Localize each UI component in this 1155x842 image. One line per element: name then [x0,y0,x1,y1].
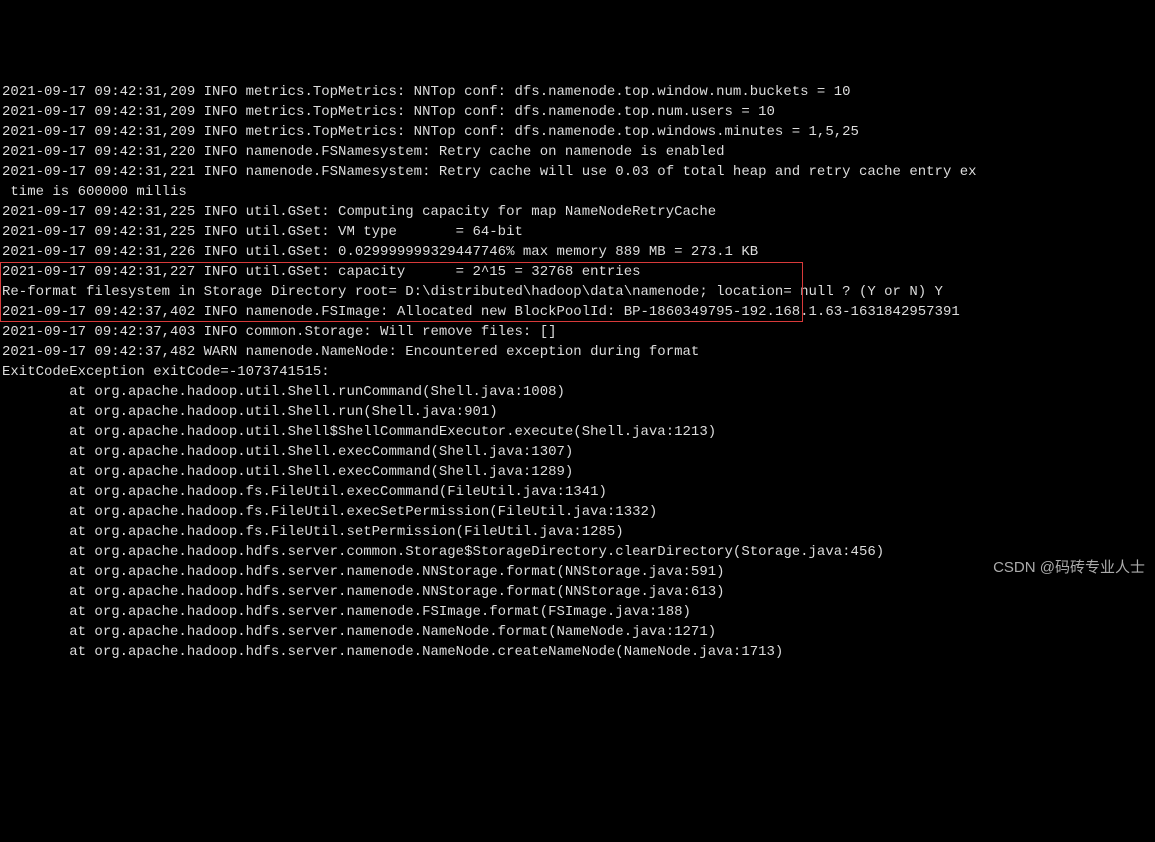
log-line: 2021-09-17 09:42:31,225 INFO util.GSet: … [2,222,1155,242]
log-line: 2021-09-17 09:42:31,209 INFO metrics.Top… [2,82,1155,102]
log-line: time is 600000 millis [2,182,1155,202]
log-line: 2021-09-17 09:42:31,220 INFO namenode.FS… [2,142,1155,162]
log-line: at org.apache.hadoop.hdfs.server.namenod… [2,642,1155,662]
log-line: at org.apache.hadoop.hdfs.server.namenod… [2,582,1155,602]
log-line: 2021-09-17 09:42:31,225 INFO util.GSet: … [2,202,1155,222]
log-line: Re-format filesystem in Storage Director… [2,282,1155,302]
log-line: 2021-09-17 09:42:31,209 INFO metrics.Top… [2,102,1155,122]
log-line: at org.apache.hadoop.hdfs.server.namenod… [2,562,1155,582]
log-line: at org.apache.hadoop.util.Shell.execComm… [2,462,1155,482]
log-line: 2021-09-17 09:42:31,226 INFO util.GSet: … [2,242,1155,262]
log-line: 2021-09-17 09:42:31,209 INFO metrics.Top… [2,122,1155,142]
log-line: 2021-09-17 09:42:31,227 INFO util.GSet: … [2,262,1155,282]
log-line: ExitCodeException exitCode=-1073741515: [2,362,1155,382]
log-line: 2021-09-17 09:42:37,482 WARN namenode.Na… [2,342,1155,362]
log-line: at org.apache.hadoop.fs.FileUtil.execCom… [2,482,1155,502]
log-line: at org.apache.hadoop.fs.FileUtil.execSet… [2,502,1155,522]
log-line: at org.apache.hadoop.hdfs.server.namenod… [2,602,1155,622]
log-line: 2021-09-17 09:42:37,402 INFO namenode.FS… [2,302,1155,322]
log-line: at org.apache.hadoop.fs.FileUtil.setPerm… [2,522,1155,542]
log-line: at org.apache.hadoop.util.Shell$ShellCom… [2,422,1155,442]
log-line: at org.apache.hadoop.util.Shell.execComm… [2,442,1155,462]
terminal-output: 2021-09-17 09:42:31,209 INFO metrics.Top… [0,80,1155,662]
log-line: at org.apache.hadoop.hdfs.server.common.… [2,542,1155,562]
log-line: at org.apache.hadoop.util.Shell.run(Shel… [2,402,1155,422]
log-line: 2021-09-17 09:42:37,403 INFO common.Stor… [2,322,1155,342]
log-line: at org.apache.hadoop.util.Shell.runComma… [2,382,1155,402]
log-line: at org.apache.hadoop.hdfs.server.namenod… [2,622,1155,642]
log-line: 2021-09-17 09:42:31,221 INFO namenode.FS… [2,162,1155,182]
